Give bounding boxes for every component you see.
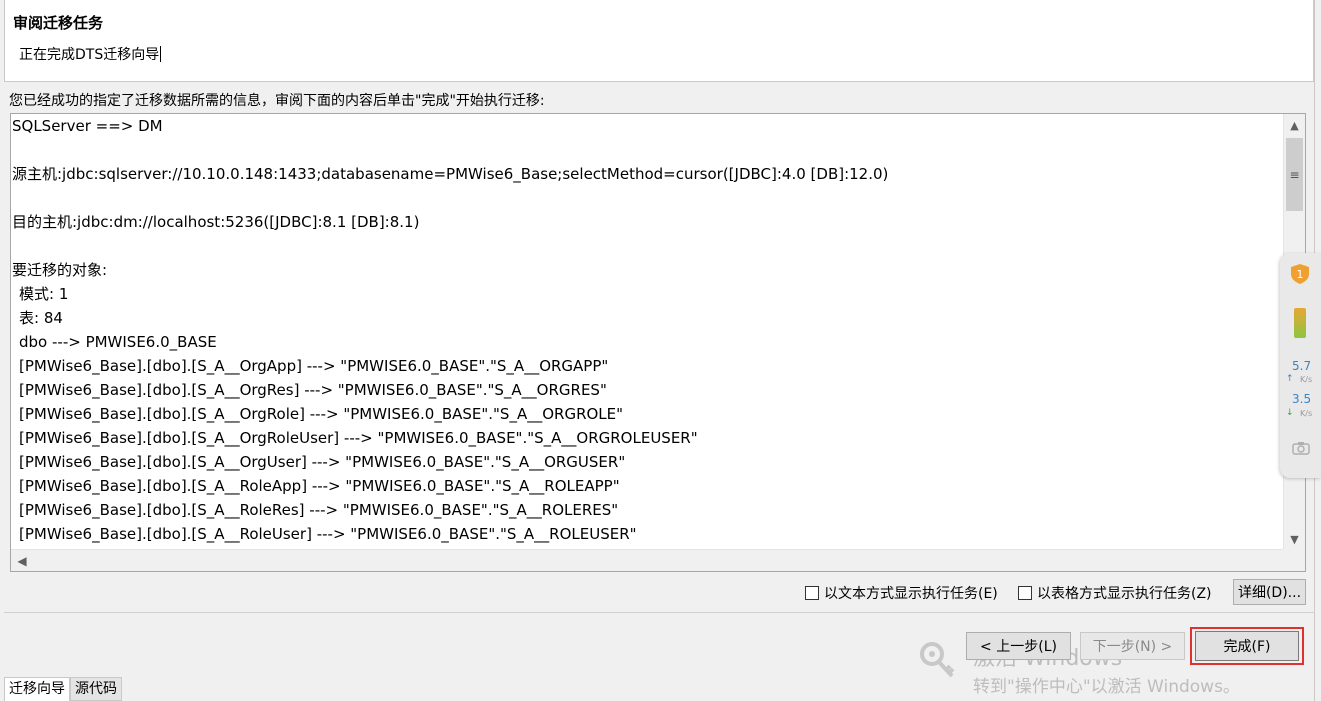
text-mode-option[interactable]: 以文本方式显示执行任务(E) bbox=[805, 583, 998, 603]
summary-line: [PMWise6_Base].[dbo].[S_A__RoleRes] --->… bbox=[19, 501, 619, 519]
divider bbox=[4, 612, 1314, 613]
bottom-tabs: 迁移向导 源代码 bbox=[4, 677, 122, 701]
scroll-up-icon[interactable]: ▲ bbox=[1284, 114, 1305, 136]
summary-line bbox=[12, 186, 1282, 210]
summary-textarea[interactable]: SQLServer ==> DM 源主机:jdbc:sqlserver://10.… bbox=[10, 113, 1306, 572]
memory-usage-bar bbox=[1294, 308, 1306, 338]
upload-unit: K/s bbox=[1300, 375, 1313, 384]
summary-line: dbo ---> PMWISE6.0_BASE bbox=[19, 333, 217, 351]
camera-icon[interactable] bbox=[1292, 441, 1310, 455]
download-speed: 3.5 bbox=[1292, 392, 1312, 406]
key-icon bbox=[920, 642, 955, 678]
text-mode-checkbox[interactable] bbox=[805, 586, 819, 600]
summary-line: [PMWise6_Base].[dbo].[S_A__RoleApp] --->… bbox=[19, 477, 620, 495]
intro-text: 您已经成功的指定了迁移数据所需的信息，审阅下面的内容后单击"完成"开始执行迁移: bbox=[9, 93, 545, 109]
summary-line: SQLServer ==> DM bbox=[12, 117, 163, 135]
text-mode-label[interactable]: 以文本方式显示执行任务(E) bbox=[824, 583, 998, 603]
page-title: 审阅迁移任务 bbox=[13, 14, 104, 32]
summary-line: 要迁移的对象: bbox=[12, 261, 108, 279]
wizard-header: 审阅迁移任务 正在完成DTS迁移向导 bbox=[4, 0, 1314, 82]
table-mode-label[interactable]: 以表格方式显示执行任务(Z) bbox=[1037, 583, 1212, 603]
table-mode-checkbox[interactable] bbox=[1018, 586, 1032, 600]
upload-arrow-icon: ↑ bbox=[1286, 374, 1294, 384]
detail-button[interactable]: 详细(D)... bbox=[1233, 579, 1306, 605]
upload-speed: 5.7 bbox=[1292, 359, 1312, 373]
summary-line: [PMWise6_Base].[dbo].[S_A__OrgUser] --->… bbox=[19, 453, 626, 471]
tab-migration-wizard[interactable]: 迁移向导 bbox=[4, 677, 70, 701]
summary-line: 表: 84 bbox=[19, 309, 63, 327]
summary-line bbox=[12, 138, 1282, 162]
summary-line: [PMWise6_Base].[dbo].[S_A__OrgApp] ---> … bbox=[19, 357, 609, 375]
tab-source-code[interactable]: 源代码 bbox=[70, 677, 122, 701]
finish-button[interactable]: 完成(F) bbox=[1195, 631, 1299, 661]
scroll-down-icon[interactable]: ▼ bbox=[1284, 528, 1305, 550]
download-unit: K/s bbox=[1300, 409, 1313, 418]
summary-line: [PMWise6_Base].[dbo].[S_A__OrgRoleUser] … bbox=[19, 429, 698, 447]
summary-content[interactable]: SQLServer ==> DM 源主机:jdbc:sqlserver://10.… bbox=[12, 114, 1282, 550]
text-caret bbox=[160, 46, 162, 62]
scroll-left-icon[interactable]: ◀ bbox=[11, 550, 33, 571]
network-speed-widget[interactable]: 1 5.7 ↑ K/s 3.5 ↓ K/s bbox=[1280, 253, 1321, 478]
table-mode-option[interactable]: 以表格方式显示执行任务(Z) bbox=[1018, 583, 1212, 603]
summary-line bbox=[12, 234, 1282, 258]
page-subtitle: 正在完成DTS迁移向导 bbox=[19, 44, 162, 64]
scroll-corner bbox=[1283, 549, 1305, 571]
horizontal-scrollbar[interactable]: ◀ ▶ bbox=[11, 549, 1305, 571]
shield-icon: 1 bbox=[1291, 264, 1309, 284]
summary-line: [PMWise6_Base].[dbo].[S_A__RoleUser] ---… bbox=[19, 525, 637, 543]
vertical-scroll-thumb[interactable]: ≡ bbox=[1286, 138, 1303, 211]
summary-line: 目的主机:jdbc:dm://localhost:5236([JDBC]:8.1… bbox=[12, 213, 420, 231]
back-button[interactable]: < 上一步(L) bbox=[966, 632, 1071, 660]
watermark-hint: 转到"操作中心"以激活 Windows。 bbox=[973, 677, 1240, 697]
summary-line: 模式: 1 bbox=[19, 285, 69, 303]
subtitle-text: 正在完成DTS迁移向导 bbox=[19, 47, 160, 63]
summary-line: [PMWise6_Base].[dbo].[S_A__OrgRes] ---> … bbox=[19, 381, 607, 399]
summary-line: 源主机:jdbc:sqlserver://10.10.0.148:1433;da… bbox=[12, 165, 889, 183]
next-button[interactable]: 下一步(N) > bbox=[1080, 632, 1185, 660]
grip-icon: ≡ bbox=[1289, 167, 1300, 182]
summary-line: [PMWise6_Base].[dbo].[S_A__OrgRole] --->… bbox=[19, 405, 624, 423]
shield-badge: 1 bbox=[1297, 268, 1304, 281]
download-arrow-icon: ↓ bbox=[1286, 408, 1294, 418]
